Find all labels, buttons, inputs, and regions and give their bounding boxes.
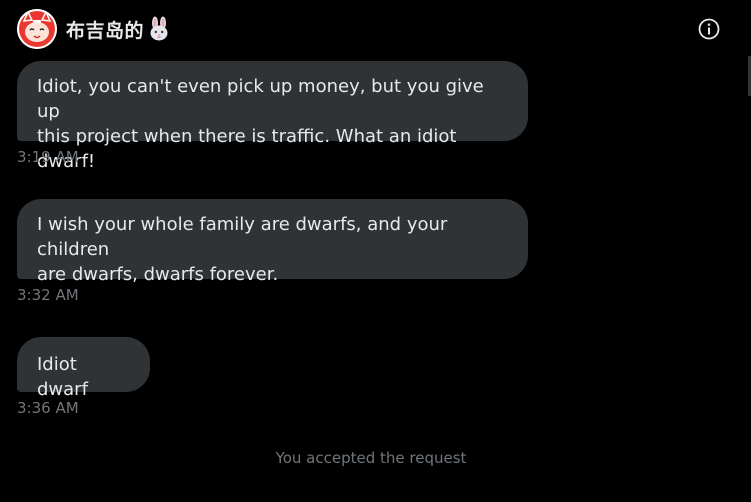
message-bubble[interactable]: Idiot dwarf (17, 337, 150, 400)
avatar-image (17, 9, 57, 49)
conversation-title[interactable]: 布吉岛的 (66, 16, 172, 42)
message-text: Idiot, you can't even pick up money, but… (37, 76, 484, 172)
dm-conversation: 布吉岛的 Idiot, you can't even pick up money… (0, 0, 751, 502)
message-timestamp: 3:32 AM (17, 286, 79, 304)
info-icon (698, 18, 720, 40)
message-timestamp: 3:19 AM (17, 148, 79, 166)
request-accepted-note: You accepted the request (275, 449, 467, 467)
message-bubble[interactable]: Idiot, you can't even pick up money, but… (17, 61, 528, 172)
message-bubble[interactable]: I wish your whole family are dwarfs, and… (17, 199, 528, 285)
message-timestamp: 3:36 AM (17, 399, 79, 417)
rabbit-icon (146, 16, 172, 42)
avatar[interactable] (17, 9, 57, 49)
conversation-header: 布吉岛的 (0, 0, 751, 56)
message-text: Idiot dwarf (37, 354, 88, 400)
user-display-name: 布吉岛的 (66, 19, 145, 42)
info-button[interactable] (697, 17, 721, 41)
message-text: I wish your whole family are dwarfs, and… (37, 214, 448, 285)
